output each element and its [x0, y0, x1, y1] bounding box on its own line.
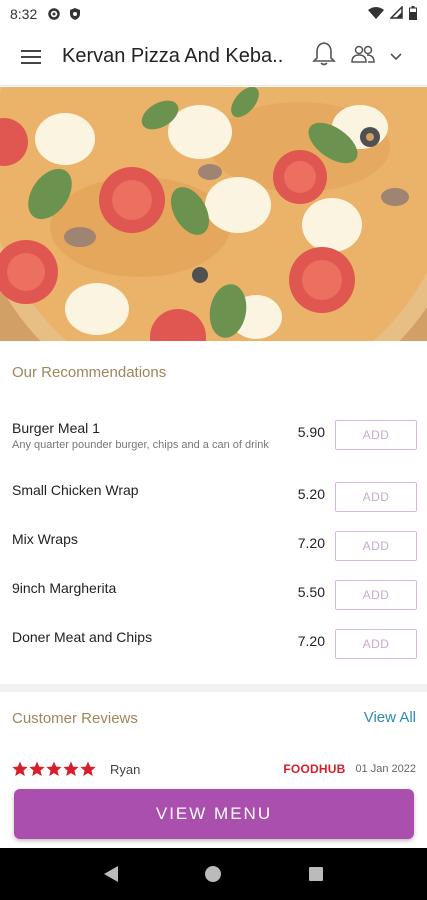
recommendations-section: Our Recommendations Burger Meal 1 Any qu… [0, 344, 427, 684]
item-name: Small Chicken Wrap [12, 482, 139, 498]
item-name: Mix Wraps [12, 531, 78, 547]
menu-item: Doner Meat and Chips 7.20 ADD [0, 629, 427, 669]
add-button[interactable]: ADD [335, 420, 417, 450]
back-icon[interactable] [91, 854, 131, 894]
item-name: 9inch Margherita [12, 580, 117, 596]
settings-icon [47, 7, 61, 21]
signal-icon [389, 5, 403, 22]
system-navigation-bar [0, 848, 427, 900]
add-button[interactable]: ADD [335, 531, 417, 561]
star-icon [12, 761, 28, 776]
status-time: 8:32 [10, 6, 38, 22]
review-source-logo: FOODHUB [283, 762, 346, 776]
reviewer-name: Ryan [110, 761, 141, 777]
recommendations-title: Our Recommendations [12, 364, 167, 381]
item-name: Doner Meat and Chips [12, 629, 153, 645]
page-title: Kervan Pizza And Keba.. [62, 45, 284, 67]
review-row: Ryan FOODHUB 01 Jan 2022 [12, 758, 416, 780]
star-icon [46, 761, 62, 776]
menu-item: Burger Meal 1 Any quarter pounder burger… [0, 420, 427, 460]
hamburger-menu-icon[interactable] [14, 40, 48, 74]
menu-item: Mix Wraps 7.20 ADD [0, 531, 427, 571]
menu-item: 9inch Margherita 5.50 ADD [0, 580, 427, 620]
restaurant-banner-image [0, 87, 427, 341]
app-bar: Kervan Pizza And Keba.. [0, 28, 427, 86]
item-price: 7.20 [297, 535, 325, 551]
item-price: 7.20 [297, 633, 325, 649]
view-all-link[interactable]: View All [364, 709, 416, 726]
view-menu-button[interactable]: VIEW MENU [14, 789, 414, 839]
add-button[interactable]: ADD [335, 629, 417, 659]
menu-item: Small Chicken Wrap 5.20 ADD [0, 482, 427, 522]
reviews-title: Customer Reviews [12, 710, 138, 727]
star-rating [12, 761, 96, 777]
wifi-icon [368, 6, 384, 23]
status-bar: 8:32 [0, 0, 427, 28]
reviews-section: Customer Reviews View All Ryan FOODHUB 0… [0, 692, 427, 792]
item-description: Any quarter pounder burger, chips and a … [12, 439, 269, 451]
add-button[interactable]: ADD [335, 482, 417, 512]
bell-icon[interactable] [312, 41, 336, 72]
star-icon [29, 761, 45, 776]
group-icon[interactable] [350, 44, 376, 69]
section-divider [0, 684, 427, 692]
home-icon[interactable] [193, 854, 233, 894]
item-price: 5.90 [297, 424, 325, 440]
item-price: 5.20 [297, 486, 325, 502]
shield-icon [69, 7, 81, 21]
item-price: 5.50 [297, 584, 325, 600]
battery-icon [409, 5, 417, 23]
star-icon [63, 761, 79, 776]
add-button[interactable]: ADD [335, 580, 417, 610]
item-name: Burger Meal 1 [12, 420, 100, 436]
review-date: 01 Jan 2022 [355, 763, 416, 775]
chevron-down-icon[interactable] [390, 48, 402, 66]
star-icon [80, 761, 96, 776]
recents-icon[interactable] [296, 854, 336, 894]
